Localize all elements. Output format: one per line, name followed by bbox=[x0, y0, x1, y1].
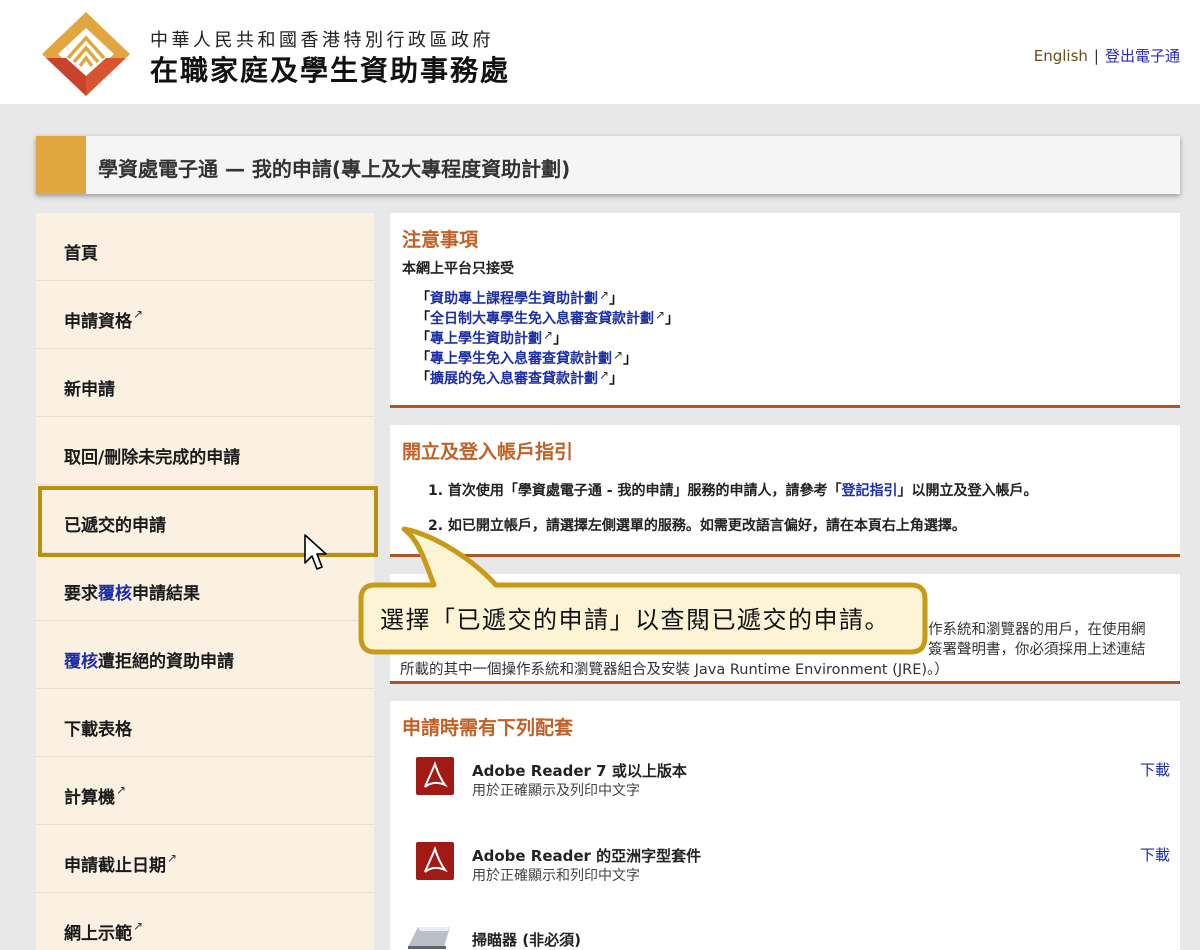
step-text: 」以開立及登入帳戶。 bbox=[897, 483, 1038, 499]
sidebar-item-label: 申請資格 bbox=[64, 312, 132, 332]
system-text-line2: 簽署聲明書，你必須採用上述連結 bbox=[928, 642, 1146, 658]
sidebar-item-label: 要求 bbox=[64, 584, 98, 604]
site-header: 中華人民共和國香港特別行政區政府 在職家庭及學生資助事務處 English | 登出… bbox=[0, 0, 1200, 104]
bracket: 「 bbox=[416, 311, 430, 327]
sidebar-item-online-demo[interactable]: 網上示範↗ bbox=[36, 893, 374, 950]
sidebar-item-home[interactable]: 首頁 bbox=[36, 213, 374, 281]
step-text: 1. 首次使用「學資處電子通 - 我的申請」服務的申請人，請參考「 bbox=[428, 483, 842, 499]
system-text-line1: 作系統和瀏覽器的用戶，在使用網 bbox=[928, 622, 1146, 638]
external-link-icon: ↗ bbox=[613, 348, 624, 362]
sidebar-item-label: 取回/刪除未完成的申請 bbox=[64, 448, 241, 468]
sidebar-item-retrieve-delete[interactable]: 取回/刪除未完成的申請 bbox=[36, 417, 374, 485]
logout-link[interactable]: 登出電子通 bbox=[1105, 47, 1180, 65]
requirement-desc: 用於正確顯示和列印中文字 bbox=[472, 868, 640, 884]
sidebar-item-deadlines[interactable]: 申請截止日期↗ bbox=[36, 825, 374, 893]
sidebar-item-label: 首頁 bbox=[64, 244, 98, 264]
bracket: 「 bbox=[416, 371, 430, 387]
guide-step-1: 1. 首次使用「學資處電子通 - 我的申請」服務的申請人，請參考「登記指引」以開… bbox=[428, 480, 1038, 500]
bracket: 」 bbox=[665, 311, 680, 327]
registration-guide-link[interactable]: 登記指引 bbox=[842, 483, 898, 499]
callout-bubble bbox=[358, 526, 928, 655]
download-link[interactable]: 下載 bbox=[1140, 844, 1170, 865]
title-accent bbox=[36, 136, 86, 194]
scheme-link-3[interactable]: 「專上學生資助計劃↗」 bbox=[416, 328, 567, 348]
scheme-link-text: 專上學生資助計劃 bbox=[430, 331, 542, 347]
sidebar-item-label: 計算機 bbox=[64, 788, 115, 808]
lang-separator: | bbox=[1093, 47, 1099, 65]
mouse-cursor-icon bbox=[304, 534, 327, 570]
requirement-desc: 用於正確顯示及列印中文字 bbox=[472, 783, 640, 799]
notice-title: 注意事項 bbox=[402, 229, 479, 251]
sidebar-item-download-forms[interactable]: 下載表格 bbox=[36, 689, 374, 757]
bracket: 「 bbox=[416, 291, 430, 307]
page-title: 學資處電子通 — 我的申請(專上及大專程度資助計劃) bbox=[98, 157, 571, 181]
bracket: 」 bbox=[623, 351, 638, 367]
bracket: 」 bbox=[609, 371, 624, 387]
guide-title: 開立及登入帳戶指引 bbox=[402, 441, 574, 463]
bracket: 」 bbox=[553, 331, 568, 347]
sidebar-item-label: 網上示範 bbox=[64, 924, 132, 944]
sidebar-item-calculator[interactable]: 計算機↗ bbox=[36, 757, 374, 825]
sidebar-item-label: 申請截止日期 bbox=[64, 856, 166, 876]
scheme-link-2[interactable]: 「全日制大專學生免入息審查貸款計劃↗」 bbox=[416, 308, 679, 328]
requirements-panel: 申請時需有下列配套 Adobe Reader 7 或以上版本 用於正確顯示及列印… bbox=[390, 701, 1180, 950]
sidebar-item-label: 申請結果 bbox=[132, 584, 200, 604]
sidebar-item-label: 覆核 bbox=[64, 652, 98, 672]
scheme-link-1[interactable]: 「資助專上課程學生資助計劃↗」 bbox=[416, 288, 623, 308]
external-link-icon: ↗ bbox=[167, 851, 178, 865]
department-name: 在職家庭及學生資助事務處 bbox=[150, 54, 511, 87]
bracket: 」 bbox=[609, 291, 624, 307]
sidebar-item-label: 遭拒絕的資助申請 bbox=[98, 652, 234, 672]
sidebar-item-eligibility[interactable]: 申請資格↗ bbox=[36, 281, 374, 349]
external-link-icon: ↗ bbox=[543, 328, 554, 342]
scheme-link-text: 擴展的免入息審查貸款計劃 bbox=[430, 371, 598, 387]
language-bar: English | 登出電子通 bbox=[1034, 45, 1180, 66]
external-link-icon: ↗ bbox=[133, 919, 144, 933]
pdf-icon bbox=[416, 757, 454, 795]
requirement-name: Adobe Reader 的亞洲字型套件 bbox=[472, 847, 702, 865]
external-link-icon: ↗ bbox=[133, 307, 144, 321]
sidebar-menu: 首頁 申請資格↗ 新申請 取回/刪除未完成的申請 已遞交的申請 要求覆核申請結果… bbox=[36, 213, 374, 950]
external-link-icon: ↗ bbox=[599, 368, 610, 382]
system-text-line3: 所載的其中一個操作系統和瀏覽器組合及安裝 Java Runtime Enviro… bbox=[400, 662, 949, 678]
external-link-icon: ↗ bbox=[655, 308, 666, 322]
external-link-icon: ↗ bbox=[116, 783, 127, 797]
scanner-icon bbox=[408, 927, 450, 949]
scheme-link-5[interactable]: 「擴展的免入息審查貸款計劃↗」 bbox=[416, 368, 623, 388]
english-link[interactable]: English bbox=[1034, 47, 1088, 65]
download-link[interactable]: 下載 bbox=[1140, 759, 1170, 780]
requirements-title: 申請時需有下列配套 bbox=[402, 717, 574, 739]
wfsfaa-logo[interactable] bbox=[38, 10, 134, 98]
sidebar-item-label: 新申請 bbox=[64, 380, 115, 400]
sidebar-item-review-rejected[interactable]: 覆核遭拒絕的資助申請 bbox=[36, 621, 374, 689]
scheme-link-text: 資助專上課程學生資助計劃 bbox=[430, 291, 598, 307]
scheme-link-text: 專上學生免入息審查貸款計劃 bbox=[430, 351, 612, 367]
bracket: 「 bbox=[416, 351, 430, 367]
sidebar-item-label: 下載表格 bbox=[64, 720, 132, 740]
pdf-icon bbox=[416, 842, 454, 880]
notice-intro: 本網上平台只接受 bbox=[402, 261, 514, 277]
callout-text: 選擇「已遞交的申請」以查閱已遞交的申請。 bbox=[380, 606, 890, 634]
bracket: 「 bbox=[416, 331, 430, 347]
notice-panel: 注意事項 本網上平台只接受 「資助專上課程學生資助計劃↗」 「全日制大專學生免入… bbox=[390, 213, 1180, 408]
scheme-link-text: 全日制大專學生免入息審查貸款計劃 bbox=[430, 311, 654, 327]
page-title-bar: 學資處電子通 — 我的申請(專上及大專程度資助計劃) bbox=[36, 136, 1180, 194]
sidebar-item-label: 覆核 bbox=[98, 584, 132, 604]
external-link-icon: ↗ bbox=[599, 288, 610, 302]
scheme-link-4[interactable]: 「專上學生免入息審查貸款計劃↗」 bbox=[416, 348, 637, 368]
requirement-name: Adobe Reader 7 或以上版本 bbox=[472, 762, 687, 780]
sidebar-item-new-application[interactable]: 新申請 bbox=[36, 349, 374, 417]
requirement-name: 掃瞄器 (非必須) bbox=[472, 931, 581, 949]
